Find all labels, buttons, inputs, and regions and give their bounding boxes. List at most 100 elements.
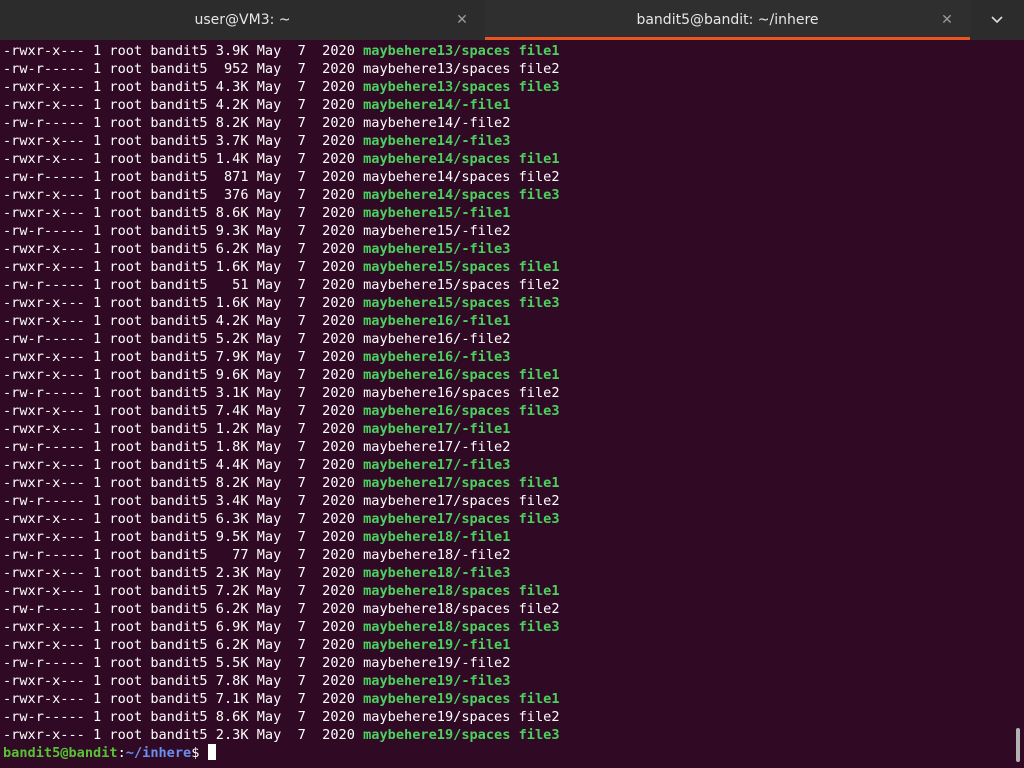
file-name: maybehere19/-file3 (363, 673, 511, 689)
listing-line: -rwxr-x--- 1 root bandit5 4.2K May 7 202… (3, 96, 1012, 114)
listing-line: -rw-r----- 1 root bandit5 5.2K May 7 202… (3, 330, 1012, 348)
file-metadata: -rwxr-x--- 1 root bandit5 3.9K May 7 202… (3, 43, 364, 59)
listing-line: -rwxr-x--- 1 root bandit5 1.6K May 7 202… (3, 258, 1012, 276)
file-metadata: -rwxr-x--- 1 root bandit5 3.7K May 7 202… (3, 133, 364, 149)
listing-line: -rw-r----- 1 root bandit5 8.6K May 7 202… (3, 708, 1012, 726)
file-metadata: -rw-r----- 1 root bandit5 5.2K May 7 202… (3, 331, 364, 347)
file-metadata: -rwxr-x--- 1 root bandit5 7.4K May 7 202… (3, 403, 364, 419)
file-metadata: -rwxr-x--- 1 root bandit5 9.5K May 7 202… (3, 529, 364, 545)
file-metadata: -rwxr-x--- 1 root bandit5 8.6K May 7 202… (3, 205, 364, 221)
prompt-separator: : (117, 745, 126, 761)
file-name: maybehere16/spaces file2 (363, 385, 560, 401)
tab-menu-button[interactable] (970, 0, 1024, 40)
file-metadata: -rwxr-x--- 1 root bandit5 1.6K May 7 202… (3, 259, 364, 275)
prompt-line[interactable]: bandit5@bandit:~/inhere$ (3, 744, 1012, 762)
tab-user-vm3[interactable]: user@VM3: ~ ✕ (0, 0, 485, 40)
file-metadata: -rwxr-x--- 1 root bandit5 6.9K May 7 202… (3, 619, 364, 635)
file-metadata: -rw-r----- 1 root bandit5 1.8K May 7 202… (3, 439, 364, 455)
file-metadata: -rwxr-x--- 1 root bandit5 6.2K May 7 202… (3, 241, 364, 257)
file-name: maybehere18/spaces file2 (363, 601, 560, 617)
file-name: maybehere18/spaces file3 (363, 619, 560, 635)
listing-line: -rw-r----- 1 root bandit5 1.8K May 7 202… (3, 438, 1012, 456)
file-metadata: -rwxr-x--- 1 root bandit5 9.6K May 7 202… (3, 367, 364, 383)
terminal-window: user@VM3: ~ ✕ bandit5@bandit: ~/inhere ✕… (0, 0, 1024, 768)
file-name: maybehere19/spaces file3 (363, 727, 560, 743)
listing-line: -rw-r----- 1 root bandit5 5.5K May 7 202… (3, 654, 1012, 672)
file-metadata: -rwxr-x--- 1 root bandit5 2.3K May 7 202… (3, 727, 364, 743)
tab-title: user@VM3: ~ (194, 12, 291, 28)
tab-title: bandit5@bandit: ~/inhere (636, 12, 819, 28)
file-metadata: -rwxr-x--- 1 root bandit5 6.2K May 7 202… (3, 637, 364, 653)
prompt-user-host: bandit5@bandit (3, 745, 118, 761)
file-name: maybehere18/-file3 (363, 565, 511, 581)
file-name: maybehere18/-file2 (363, 547, 511, 563)
close-icon[interactable]: ✕ (938, 11, 956, 29)
listing-line: -rwxr-x--- 1 root bandit5 376 May 7 2020… (3, 186, 1012, 204)
file-name: maybehere19/-file2 (363, 655, 511, 671)
listing-line: -rw-r----- 1 root bandit5 9.3K May 7 202… (3, 222, 1012, 240)
file-metadata: -rwxr-x--- 1 root bandit5 7.9K May 7 202… (3, 349, 364, 365)
file-metadata: -rw-r----- 1 root bandit5 9.3K May 7 202… (3, 223, 364, 239)
listing-line: -rwxr-x--- 1 root bandit5 7.8K May 7 202… (3, 672, 1012, 690)
listing-line: -rw-r----- 1 root bandit5 3.1K May 7 202… (3, 384, 1012, 402)
listing-line: -rw-r----- 1 root bandit5 871 May 7 2020… (3, 168, 1012, 186)
scrollbar-thumb[interactable] (1016, 728, 1020, 762)
prompt-path: ~/inhere (125, 745, 192, 761)
listing-line: -rwxr-x--- 1 root bandit5 2.3K May 7 202… (3, 726, 1012, 744)
scrollbar[interactable] (1012, 40, 1024, 768)
file-metadata: -rwxr-x--- 1 root bandit5 7.8K May 7 202… (3, 673, 364, 689)
listing-line: -rwxr-x--- 1 root bandit5 9.6K May 7 202… (3, 366, 1012, 384)
listing-line: -rwxr-x--- 1 root bandit5 6.9K May 7 202… (3, 618, 1012, 636)
file-metadata: -rw-r----- 1 root bandit5 952 May 7 2020 (3, 61, 364, 77)
file-name: maybehere14/spaces file2 (363, 169, 560, 185)
file-metadata: -rwxr-x--- 1 root bandit5 4.4K May 7 202… (3, 457, 364, 473)
file-name: maybehere17/-file1 (363, 421, 511, 437)
listing-line: -rwxr-x--- 1 root bandit5 9.5K May 7 202… (3, 528, 1012, 546)
file-metadata: -rw-r----- 1 root bandit5 6.2K May 7 202… (3, 601, 364, 617)
file-name: maybehere18/-file1 (363, 529, 511, 545)
file-name: maybehere15/spaces file3 (363, 295, 560, 311)
file-name: maybehere14/spaces file3 (363, 187, 560, 203)
file-name: maybehere16/spaces file1 (363, 367, 560, 383)
file-name: maybehere17/spaces file1 (363, 475, 560, 491)
file-metadata: -rw-r----- 1 root bandit5 3.1K May 7 202… (3, 385, 364, 401)
file-metadata: -rwxr-x--- 1 root bandit5 6.3K May 7 202… (3, 511, 364, 527)
prompt-symbol: $ (191, 745, 208, 761)
file-name: maybehere17/-file3 (363, 457, 511, 473)
listing-line: -rwxr-x--- 1 root bandit5 7.9K May 7 202… (3, 348, 1012, 366)
file-metadata: -rwxr-x--- 1 root bandit5 1.2K May 7 202… (3, 421, 364, 437)
file-name: maybehere15/spaces file2 (363, 277, 560, 293)
terminal-output[interactable]: -rwxr-x--- 1 root bandit5 3.9K May 7 202… (0, 40, 1012, 768)
file-name: maybehere15/-file1 (363, 205, 511, 221)
file-metadata: -rwxr-x--- 1 root bandit5 7.2K May 7 202… (3, 583, 364, 599)
file-metadata: -rwxr-x--- 1 root bandit5 8.2K May 7 202… (3, 475, 364, 491)
file-metadata: -rwxr-x--- 1 root bandit5 7.1K May 7 202… (3, 691, 364, 707)
file-name: maybehere16/-file1 (363, 313, 511, 329)
file-metadata: -rw-r----- 1 root bandit5 51 May 7 2020 (3, 277, 364, 293)
listing-line: -rwxr-x--- 1 root bandit5 6.2K May 7 202… (3, 240, 1012, 258)
close-icon[interactable]: ✕ (453, 11, 471, 29)
file-metadata: -rwxr-x--- 1 root bandit5 1.6K May 7 202… (3, 295, 364, 311)
file-name: maybehere14/spaces file1 (363, 151, 560, 167)
listing-line: -rwxr-x--- 1 root bandit5 4.2K May 7 202… (3, 312, 1012, 330)
listing-line: -rw-r----- 1 root bandit5 8.2K May 7 202… (3, 114, 1012, 132)
listing-line: -rwxr-x--- 1 root bandit5 7.4K May 7 202… (3, 402, 1012, 420)
file-name: maybehere13/spaces file3 (363, 79, 560, 95)
listing-line: -rwxr-x--- 1 root bandit5 2.3K May 7 202… (3, 564, 1012, 582)
file-name: maybehere17/spaces file2 (363, 493, 560, 509)
file-name: maybehere13/spaces file2 (363, 61, 560, 77)
tab-bandit5[interactable]: bandit5@bandit: ~/inhere ✕ (485, 0, 970, 40)
file-name: maybehere13/spaces file1 (363, 43, 560, 59)
file-name: maybehere15/-file3 (363, 241, 511, 257)
listing-line: -rw-r----- 1 root bandit5 51 May 7 2020 … (3, 276, 1012, 294)
listing-line: -rw-r----- 1 root bandit5 3.4K May 7 202… (3, 492, 1012, 510)
file-name: maybehere14/-file1 (363, 97, 511, 113)
file-name: maybehere17/spaces file3 (363, 511, 560, 527)
file-name: maybehere15/spaces file1 (363, 259, 560, 275)
listing-line: -rwxr-x--- 1 root bandit5 4.3K May 7 202… (3, 78, 1012, 96)
file-metadata: -rw-r----- 1 root bandit5 3.4K May 7 202… (3, 493, 364, 509)
file-metadata: -rw-r----- 1 root bandit5 77 May 7 2020 (3, 547, 364, 563)
file-metadata: -rwxr-x--- 1 root bandit5 4.3K May 7 202… (3, 79, 364, 95)
file-metadata: -rw-r----- 1 root bandit5 5.5K May 7 202… (3, 655, 364, 671)
file-name: maybehere16/-file3 (363, 349, 511, 365)
